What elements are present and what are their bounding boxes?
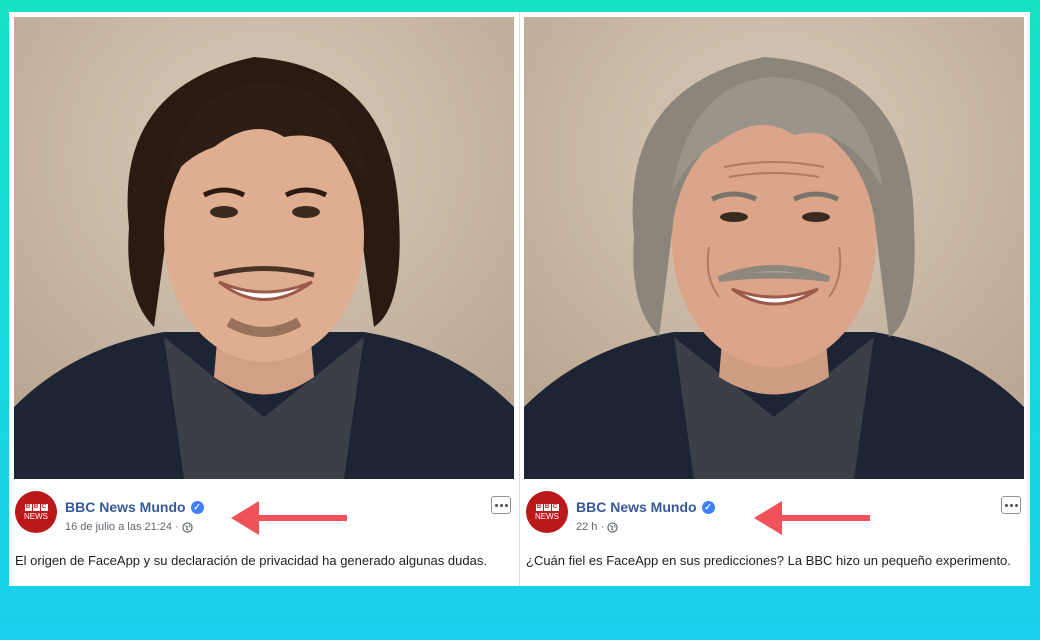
- post-caption: El origen de FaceApp y su declaración de…: [15, 553, 487, 568]
- bbc-avatar[interactable]: BBC NEWS: [15, 491, 57, 533]
- avatar-news-text: NEWS: [24, 511, 48, 521]
- post-photo-young[interactable]: [14, 17, 514, 479]
- more-options-icon: [1004, 503, 1008, 507]
- verified-badge-icon: ✓: [701, 500, 715, 514]
- post-meta: BBC NEWS BBC News Mundo ✓ 16 de julio a …: [9, 479, 519, 586]
- red-arrow-icon: [231, 501, 347, 535]
- post-meta: BBC NEWS BBC News Mundo ✓ 22 h · ¿Cuán f…: [520, 479, 1029, 586]
- post-aged: BBC NEWS BBC News Mundo ✓ 22 h · ¿Cuán f…: [519, 12, 1029, 586]
- portrait-young-image: [14, 17, 514, 479]
- page-name-text: BBC News Mundo: [65, 499, 186, 515]
- verified-badge-icon: ✓: [190, 500, 204, 514]
- facebook-posts-comparison: BBC NEWS BBC News Mundo ✓ 16 de julio a …: [9, 12, 1030, 586]
- page-name-link[interactable]: BBC News Mundo ✓: [576, 499, 715, 515]
- bbc-logo-icon: BBC: [535, 503, 559, 511]
- post-caption: ¿Cuán fiel es FaceApp en sus prediccione…: [526, 553, 1011, 568]
- page-name-link[interactable]: BBC News Mundo ✓: [65, 499, 204, 515]
- page-name-text: BBC News Mundo: [576, 499, 697, 515]
- timestamp-text: 22 h ·: [576, 521, 605, 533]
- bbc-avatar[interactable]: BBC NEWS: [526, 491, 568, 533]
- post-photo-aged[interactable]: [524, 17, 1024, 479]
- timestamp-text: 16 de julio a las 21:24 ·: [65, 521, 179, 533]
- more-options-button[interactable]: [1001, 496, 1021, 514]
- red-arrow-icon: [754, 501, 870, 535]
- post-young: BBC NEWS BBC News Mundo ✓ 16 de julio a …: [9, 12, 519, 586]
- post-timestamp[interactable]: 16 de julio a las 21:24 ·: [65, 521, 193, 533]
- bbc-logo-icon: BBC: [24, 503, 48, 511]
- more-options-icon: [494, 503, 498, 507]
- avatar-news-text: NEWS: [535, 511, 559, 521]
- globe-icon: [182, 521, 193, 533]
- portrait-aged-image: [524, 17, 1024, 479]
- more-options-button[interactable]: [491, 496, 511, 514]
- globe-icon: [607, 521, 618, 533]
- post-timestamp[interactable]: 22 h ·: [576, 521, 618, 533]
